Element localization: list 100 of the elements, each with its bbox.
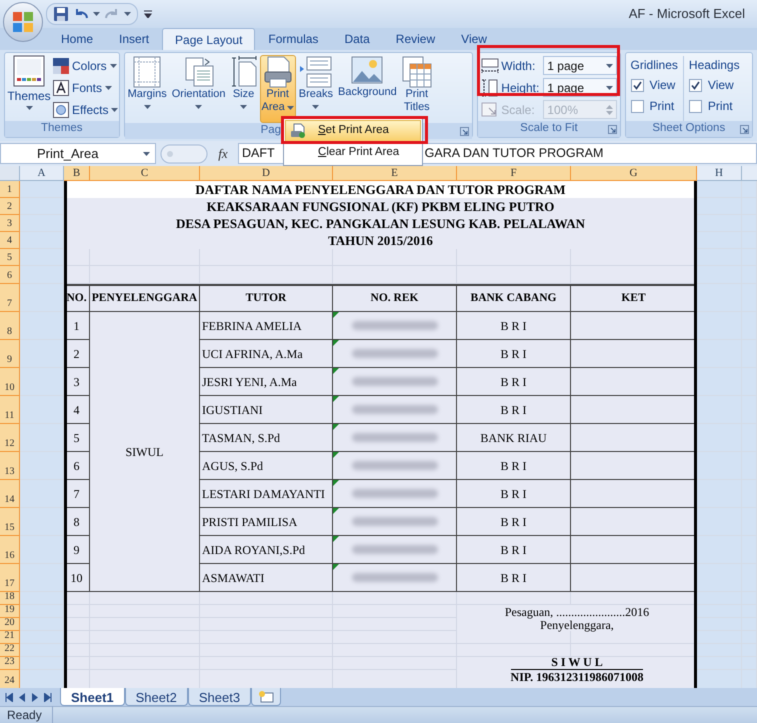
option-checkbox[interactable]: View — [630, 76, 678, 94]
empty-cell — [697, 249, 742, 266]
row-header[interactable]: 10 — [0, 368, 20, 396]
menu-item[interactable]: Clear Print Area — [285, 142, 421, 164]
row-header[interactable]: 15 — [0, 508, 20, 536]
row-header[interactable]: 6 — [0, 266, 20, 284]
table-cell: B R I — [457, 396, 571, 424]
row-header[interactable]: 18 — [0, 592, 20, 605]
table-cell: B R I — [457, 312, 571, 340]
sheet-tab[interactable]: Sheet3 — [188, 688, 252, 706]
column-header[interactable]: C — [90, 166, 200, 181]
section-heading: Headings — [688, 57, 740, 73]
dialog-launcher-icon[interactable] — [740, 125, 749, 134]
column-header[interactable]: H — [697, 166, 742, 181]
last-sheet-arrow-icon[interactable] — [44, 692, 52, 702]
row-header[interactable]: 5 — [0, 249, 20, 266]
caret-icon — [26, 106, 32, 110]
row-header[interactable]: 12 — [0, 424, 20, 452]
ribbon-tab[interactable]: Data — [331, 28, 383, 50]
theme-option-button[interactable]: Effects — [53, 100, 118, 119]
group-label: Sheet Options — [652, 121, 726, 136]
table-cell: 7 — [64, 480, 90, 508]
theme-option-button[interactable]: Fonts — [53, 78, 118, 97]
row-header[interactable]: 13 — [0, 452, 20, 480]
column-header[interactable]: A — [20, 166, 64, 181]
table-cell: 5 — [64, 424, 90, 452]
row-header[interactable]: 7 — [0, 284, 20, 312]
menu-item[interactable]: Set Print Area — [285, 120, 421, 142]
option-checkbox[interactable]: View — [688, 76, 740, 94]
row-header[interactable]: 3 — [0, 215, 20, 232]
table-cell: B R I — [457, 508, 571, 536]
row-header[interactable]: 1 — [0, 181, 20, 198]
insert-function-button[interactable]: fx — [212, 144, 234, 164]
table-cell: AGUS, S.Pd — [200, 452, 333, 480]
page-setup-button[interactable]: Breaks — [296, 55, 336, 123]
ribbon-tab[interactable]: Insert — [106, 28, 162, 50]
first-sheet-arrow-icon[interactable] — [5, 692, 13, 702]
ribbon-tab[interactable]: Home — [48, 28, 106, 50]
row-header[interactable]: 17 — [0, 564, 20, 592]
row-header[interactable]: 24 — [0, 670, 20, 688]
checkbox[interactable] — [630, 78, 644, 92]
sheet-tab[interactable]: Sheet2 — [124, 688, 188, 706]
checkbox[interactable] — [688, 78, 702, 92]
pages-dropdown[interactable]: 1 page — [543, 56, 618, 75]
table-cell: 9 — [64, 536, 90, 564]
page-setup-button[interactable]: Orientation — [170, 55, 228, 123]
dialog-launcher-icon[interactable] — [608, 125, 617, 134]
empty-cell — [697, 424, 742, 452]
page-setup-button[interactable]: Margins — [126, 55, 169, 123]
caret-icon — [93, 12, 100, 16]
page-breaks-icon — [298, 56, 333, 88]
save-icon[interactable] — [53, 6, 69, 22]
row-header[interactable]: 16 — [0, 536, 20, 564]
previous-sheet-arrow-icon[interactable] — [18, 692, 26, 702]
column-header[interactable]: D — [200, 166, 333, 181]
checkbox[interactable] — [688, 100, 702, 112]
sheet-tab[interactable]: Sheet1 — [60, 688, 125, 706]
resize-handle-icon[interactable] — [160, 144, 208, 164]
next-sheet-arrow-icon[interactable] — [31, 692, 39, 702]
row-header[interactable]: 2 — [0, 198, 20, 215]
customize-toolbar-icon[interactable] — [144, 10, 152, 18]
page-size-icon — [230, 56, 257, 88]
row-header[interactable]: 20 — [0, 618, 20, 631]
themes-button[interactable]: Themes — [8, 55, 50, 121]
table-cell: SIWUL — [90, 312, 200, 592]
column-header[interactable]: G — [571, 166, 697, 181]
column-heading: NO. — [64, 284, 90, 312]
row-header[interactable]: 9 — [0, 340, 20, 368]
ribbon-tab[interactable]: Review — [382, 28, 448, 50]
name-box[interactable]: Print_Area — [0, 143, 156, 164]
option-checkbox[interactable]: Print — [688, 97, 740, 115]
empty-cell — [697, 284, 742, 312]
theme-option-button[interactable]: Colors — [53, 56, 118, 75]
table-cell: B R I — [457, 340, 571, 368]
page-setup-button[interactable]: Size — [228, 55, 259, 123]
empty-cell — [697, 312, 742, 340]
themes-icon — [13, 55, 45, 87]
row-header[interactable]: 19 — [0, 605, 20, 618]
dialog-launcher-icon[interactable] — [460, 127, 470, 136]
row-header[interactable]: 14 — [0, 480, 20, 508]
ribbon-tab[interactable]: View — [448, 28, 500, 50]
column-header[interactable]: F — [457, 166, 571, 181]
table-cell: IGUSTIANI — [200, 396, 333, 424]
row-header[interactable]: 22 — [0, 644, 20, 657]
insert-sheet-button[interactable] — [251, 688, 282, 706]
row-header[interactable]: 4 — [0, 232, 20, 249]
row-header[interactable]: 21 — [0, 631, 20, 644]
option-checkbox[interactable]: Print — [630, 97, 678, 115]
new-sheet-icon — [258, 690, 274, 703]
empty-cell — [64, 618, 90, 631]
row-header[interactable]: 23 — [0, 657, 20, 670]
row-header[interactable]: 8 — [0, 312, 20, 340]
row-header[interactable]: 11 — [0, 396, 20, 424]
page-setup-button[interactable]: Print Area — [260, 55, 296, 123]
column-header[interactable]: E — [333, 166, 457, 181]
effects-circle-icon — [53, 102, 69, 118]
ribbon-tab[interactable]: Formulas — [255, 28, 332, 50]
ribbon-tab[interactable]: Page Layout — [162, 28, 256, 50]
checkbox[interactable] — [630, 100, 644, 112]
column-header[interactable]: B — [64, 166, 90, 181]
